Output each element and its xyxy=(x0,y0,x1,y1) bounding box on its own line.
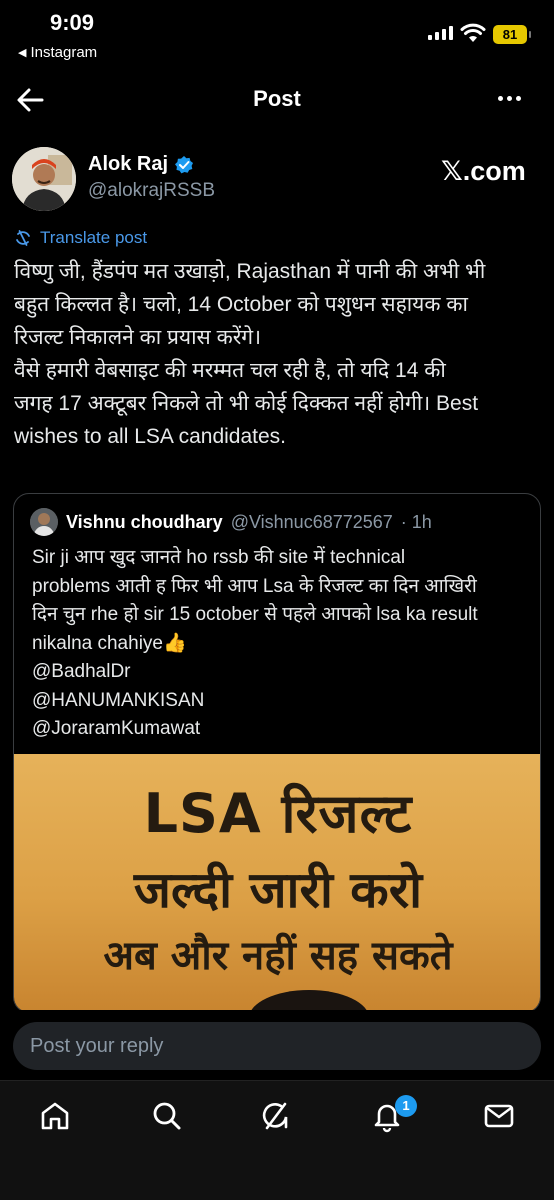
bottom-navigation: 1 xyxy=(0,1080,554,1200)
quoted-author-handle: @Vishnuc68772567 xyxy=(230,511,393,532)
page-title: Post xyxy=(253,86,301,111)
quoted-author-row: Vishnu choudhary @Vishnuc68772567 · 1h xyxy=(30,508,432,536)
post-text-line: रिजल्ट निकालने का प्रयास करेंगे। xyxy=(14,326,262,349)
grok-icon[interactable] xyxy=(259,1099,293,1133)
quoted-post-time: · 1h xyxy=(400,511,432,532)
notification-badge: 1 xyxy=(395,1095,417,1117)
quoted-post-image[interactable]: LSA रिजल्ट जल्दी जारी करो अब और नहीं सह … xyxy=(14,754,540,1012)
back-to-app-link[interactable]: ◀ Instagram xyxy=(18,44,97,61)
quoted-post-card[interactable]: Vishnu choudhary @Vishnuc68772567 · 1h S… xyxy=(13,493,541,1013)
post-text-line: विष्णु जी, हैंडपंप मत उखाड़ो, Rajasthan … xyxy=(14,260,486,283)
post-author-row: Alok Raj @alokrajRSSB 𝕏.com xyxy=(0,140,554,220)
quoted-mention: @JoraramKumawat xyxy=(32,718,201,739)
translate-icon xyxy=(16,230,30,246)
back-triangle-icon: ◀ xyxy=(18,47,27,59)
reply-bar: Post your reply xyxy=(0,1010,554,1080)
post-text-line: बहुत किल्लत है। चलो, 14 October को पशुधन… xyxy=(14,293,468,316)
image-text-line: अब और नहीं सह सकते xyxy=(103,933,453,979)
battery-indicator: 81 xyxy=(493,25,531,44)
quoted-post-body: Sir ji आप खुद जानते ho rssb की site में … xyxy=(32,544,537,744)
verified-badge-icon xyxy=(175,155,194,173)
quoted-text-line: Sir ji आप खुद जानते ho rssb की site में … xyxy=(32,547,406,568)
quoted-author-name: Vishnu choudhary xyxy=(66,511,223,532)
quoted-text-line: problems आती ह फिर भी आप Lsa के रिजल्ट क… xyxy=(32,575,477,597)
back-app-label: Instagram xyxy=(30,44,98,61)
post-body: विष्णु जी, हैंडपंप मत उखाड़ो, Rajasthan … xyxy=(14,255,544,453)
cellular-signal-icon xyxy=(428,26,453,40)
translate-post-link[interactable]: Translate post xyxy=(14,228,147,248)
quoted-author-avatar xyxy=(30,508,58,536)
more-options-icon[interactable] xyxy=(498,96,521,101)
quoted-text-line: nikalna chahiye👍 xyxy=(32,632,187,654)
quoted-text-line: दिन चुन rhe हो sir 15 october से पहले आप… xyxy=(32,604,478,625)
post-text-line: वैसे हमारी वेबसाइट की मरम्मत चल रही है, … xyxy=(14,359,446,382)
home-icon[interactable] xyxy=(38,1099,72,1133)
image-figure-head xyxy=(250,990,368,1012)
post-text-line: wishes to all LSA candidates. xyxy=(14,425,286,448)
image-text-line: LSA रिजल्ट xyxy=(143,782,413,845)
top-app-bar: Post xyxy=(0,70,554,130)
messages-icon[interactable] xyxy=(482,1099,516,1133)
quoted-mention: @BadhalDr xyxy=(32,661,131,682)
status-time: 9:09 xyxy=(50,10,95,35)
author-avatar[interactable] xyxy=(12,147,76,211)
source-label: 𝕏.com xyxy=(441,156,526,186)
reply-input[interactable]: Post your reply xyxy=(13,1022,541,1070)
wifi-icon xyxy=(460,23,486,42)
translate-label: Translate post xyxy=(40,228,148,247)
image-text-line: जल्दी जारी करो xyxy=(133,861,423,919)
search-icon[interactable] xyxy=(150,1099,184,1133)
post-text-line: जगह 17 अक्टूबर निकले तो भी कोई दिक्कत नह… xyxy=(14,392,479,415)
status-bar: 9:09 ◀ Instagram 81 xyxy=(0,0,554,70)
quoted-mention: @HANUMANKISAN xyxy=(32,689,205,711)
author-name[interactable]: Alok Raj xyxy=(88,153,168,176)
author-handle[interactable]: @alokrajRSSB xyxy=(88,180,215,202)
